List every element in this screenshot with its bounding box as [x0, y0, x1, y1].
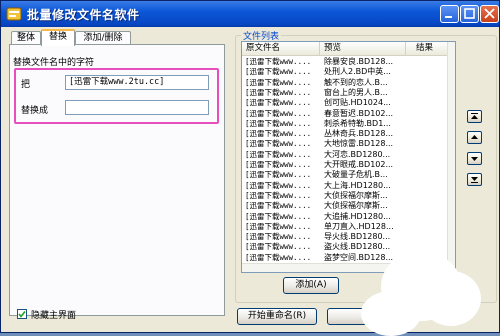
cell-preview: 处刑人2.BD中英...: [324, 67, 391, 77]
cell-preview: 除暴安良.BD128...: [324, 57, 394, 66]
cell-preview: 大开眼戒.BD102...: [324, 160, 394, 169]
move-up-icon: [471, 135, 478, 139]
cell-preview: 盗火线.BD1280...: [324, 242, 391, 252]
hide-main-checkbox[interactable]: [17, 309, 27, 319]
cell-preview: 大侦探福尔摩斯...: [324, 201, 388, 211]
cell-preview: 窗台上的男人.B...: [324, 87, 388, 97]
table-row[interactable]: [迅雷下载www.... 大侦探福尔摩斯...: [242, 191, 447, 201]
table-row[interactable]: [迅雷下载www.... 除暴安良.BD128...: [242, 57, 447, 67]
cell-original: [迅雷下载www....: [245, 108, 312, 118]
column-original-name[interactable]: 原文件名: [242, 42, 320, 55]
cell-original: [迅雷下载www....: [245, 180, 312, 190]
cell-preview: 盗梦空间.BD128...: [324, 252, 394, 262]
decorative-blob: [421, 271, 481, 326]
column-result[interactable]: 结果: [406, 42, 448, 55]
cell-preview: 大地惊雷.BD128...: [324, 139, 394, 149]
table-row[interactable]: [迅雷下载www.... 大追捕.HD1280...: [242, 212, 447, 222]
cell-original: [迅雷下载www....: [245, 67, 312, 77]
vertical-scrollbar[interactable]: [447, 42, 455, 272]
table-row[interactable]: [迅雷下载www.... 大地惊雷.BD128...: [242, 139, 447, 149]
move-down-icon: [471, 157, 478, 161]
cell-preview: 大河恋.BD1280...: [324, 149, 391, 159]
cell-original: [迅雷下载www....: [245, 57, 312, 66]
cell-original: [迅雷下载www....: [245, 129, 312, 139]
table-row[interactable]: [迅雷下载www.... 刺杀希特勒.BD1...: [242, 119, 447, 129]
move-bottom-icon: [471, 177, 478, 183]
table-row[interactable]: [迅雷下载www.... 创可贴.HD1024...: [242, 98, 447, 108]
table-row[interactable]: [迅雷下载www.... 处刑人2.BD中英...: [242, 67, 447, 77]
table-row[interactable]: [迅雷下载www.... 导火线.BD1280...: [242, 232, 447, 242]
cell-preview: 丛林奇兵.BD128...: [324, 129, 394, 139]
table-row[interactable]: [迅雷下载www.... 大上海.HD1280...: [242, 181, 447, 191]
add-button[interactable]: 添加(A): [283, 277, 339, 294]
close-icon: [484, 8, 495, 19]
table-row[interactable]: [迅雷下载www.... 丛林奇兵.BD128...: [242, 129, 447, 139]
cell-original: [迅雷下载www....: [245, 118, 312, 128]
table-row[interactable]: [迅雷下载www.... 春意暂迟.BD102...: [242, 109, 447, 119]
move-top-button[interactable]: [467, 110, 482, 123]
cell-original: [迅雷下载www....: [245, 221, 312, 231]
move-top-icon: [471, 113, 478, 119]
cell-original: [迅雷下载www....: [245, 149, 312, 159]
cell-preview: 春意暂迟.BD102...: [324, 108, 394, 118]
cell-original: [迅雷下载www....: [245, 77, 312, 87]
tab-overall[interactable]: 整体: [11, 31, 41, 45]
annotation-highlight: [14, 68, 219, 124]
cell-preview: 创可贴.HD1024...: [324, 98, 391, 108]
maximize-button[interactable]: [460, 5, 479, 23]
cell-original: [迅雷下载www....: [245, 139, 312, 149]
cell-original: [迅雷下载www....: [245, 160, 312, 169]
file-list-view[interactable]: 原文件名 预览 结果 [迅雷下载www.... 除暴安良.BD128... [迅雷下…: [241, 41, 456, 273]
cell-original: [迅雷下载www....: [245, 211, 312, 221]
checkmark-icon: [18, 311, 26, 318]
file-list-header: 原文件名 预览 结果: [242, 42, 455, 56]
main-window: 批量修改文件名软件 整体 替换 添加/删除 替换文件名中的字符 把 [迅雷下载w…: [0, 0, 500, 336]
title-bar[interactable]: 批量修改文件名软件: [1, 1, 499, 27]
move-up-button[interactable]: [467, 131, 482, 144]
cell-original: [迅雷下载www....: [245, 201, 312, 211]
cell-original: [迅雷下载www....: [245, 87, 312, 97]
maximize-icon: [464, 8, 475, 19]
table-row[interactable]: [迅雷下载www.... 大开眼戒.BD102...: [242, 160, 447, 170]
cell-preview: 大追捕.HD1280...: [324, 211, 391, 221]
cell-original: [迅雷下载www....: [245, 170, 312, 180]
cell-preview: 大破量子危机.B...: [324, 170, 388, 180]
table-row[interactable]: [迅雷下载www.... 窗台上的男人.B...: [242, 88, 447, 98]
start-rename-button[interactable]: 开始重命名(R): [237, 308, 317, 325]
cell-preview: 大上海.HD1280...: [324, 180, 391, 190]
cell-preview: 导火线.BD1280...: [324, 232, 391, 242]
column-preview[interactable]: 预览: [320, 42, 406, 55]
cell-original: [迅雷下载www....: [245, 252, 312, 262]
cell-preview: 大侦探福尔摩斯...: [324, 190, 388, 200]
cell-preview: 单刀直入.HD128...: [324, 221, 394, 231]
table-row[interactable]: [迅雷下载www.... 大破量子危机.B...: [242, 170, 447, 180]
app-icon: [6, 7, 22, 21]
close-button[interactable]: [480, 5, 499, 23]
move-bottom-button[interactable]: [467, 173, 482, 186]
cell-preview: 触不到的恋人.B...: [324, 77, 388, 87]
cell-original: [迅雷下载www....: [245, 232, 312, 242]
decorative-blob: [361, 291, 421, 336]
table-row[interactable]: [迅雷下载www.... 触不到的恋人.B...: [242, 78, 447, 88]
minimize-button[interactable]: [440, 5, 459, 23]
table-row[interactable]: [迅雷下载www.... 单刀直入.HD128...: [242, 222, 447, 232]
cell-original: [迅雷下载www....: [245, 190, 312, 200]
tab-replace[interactable]: 替换: [41, 29, 75, 46]
minimize-icon: [445, 16, 452, 18]
replace-group-label: 替换文件名中的字符: [13, 58, 95, 68]
table-row[interactable]: [迅雷下载www.... 大侦探福尔摩斯...: [242, 201, 447, 211]
window-title: 批量修改文件名软件: [27, 8, 140, 22]
cell-original: [迅雷下载www....: [245, 98, 312, 108]
cell-original: [迅雷下载www....: [245, 242, 312, 252]
table-row[interactable]: [迅雷下载www.... 大河恋.BD1280...: [242, 150, 447, 160]
hide-main-label: 隐藏主界面: [31, 311, 77, 321]
move-down-button[interactable]: [467, 152, 482, 165]
tab-add-delete[interactable]: 添加/删除: [75, 31, 131, 45]
cell-preview: 刺杀希特勒.BD1...: [324, 118, 391, 128]
